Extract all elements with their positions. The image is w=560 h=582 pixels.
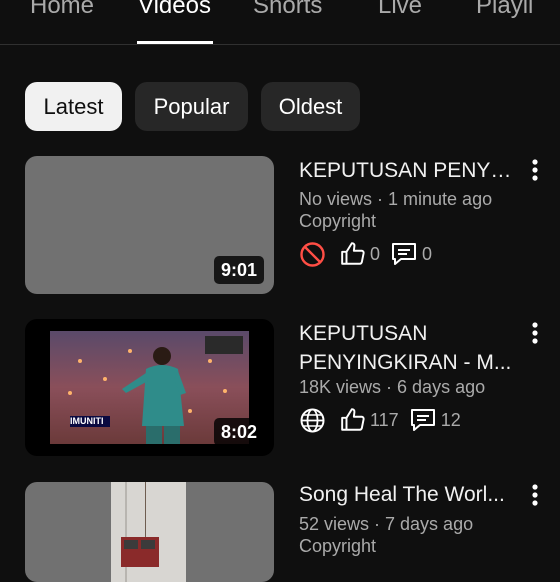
comment-count: 12: [440, 409, 461, 430]
tab-shorts[interactable]: Shorts: [253, 0, 322, 20]
video-thumbnail[interactable]: IMUNITI 8:02: [25, 319, 274, 456]
video-title[interactable]: Song Heal The Worl...: [299, 480, 513, 509]
channel-tabs: Home Videos Shorts Live Playli: [0, 0, 560, 45]
chip-latest[interactable]: Latest: [25, 82, 122, 131]
thumbs-up-icon: [340, 241, 366, 267]
video-title-line: KEPUTUSAN: [299, 322, 428, 345]
blocked-icon: [299, 241, 326, 268]
active-tab-indicator: [137, 41, 213, 44]
video-stats: 0 0: [299, 240, 442, 268]
video-thumbnail[interactable]: 9:01: [25, 156, 274, 294]
more-options-icon[interactable]: [523, 318, 547, 348]
like-count: 0: [370, 243, 381, 264]
video-meta: No views · 1 minute ago: [299, 189, 493, 209]
video-stats: 117 12: [299, 406, 471, 434]
comment-count: 0: [422, 243, 433, 264]
tab-playlists[interactable]: Playli: [476, 0, 533, 20]
chip-oldest[interactable]: Oldest: [261, 82, 360, 131]
copyright-label: Copyright: [299, 536, 377, 556]
comment-icon: [409, 407, 437, 433]
thumbnail-image: [111, 482, 186, 582]
video-title-line: PENYINGKIRAN - M...: [299, 351, 512, 374]
copyright-label: Copyright: [299, 211, 377, 231]
video-thumbnail[interactable]: [25, 482, 274, 582]
video-title[interactable]: KEPUTUSAN PENYINGKIRAN - M...: [299, 319, 513, 377]
tab-home[interactable]: Home: [30, 0, 94, 20]
thumbs-up-icon: [340, 407, 366, 433]
chip-popular[interactable]: Popular: [135, 82, 248, 131]
comment-icon: [390, 241, 418, 267]
globe-icon: [299, 407, 326, 434]
like-count: 117: [370, 409, 399, 430]
duration-badge: 8:02: [213, 418, 264, 446]
tab-videos[interactable]: Videos: [138, 0, 211, 20]
more-options-icon[interactable]: [523, 155, 547, 185]
video-title[interactable]: KEPUTUSAN PENYI...: [299, 156, 513, 185]
more-options-icon[interactable]: [523, 480, 547, 510]
duration-badge: 9:01: [213, 256, 264, 284]
thumbnail-caption: IMUNITI: [70, 416, 104, 426]
video-meta: 18K views · 6 days ago: [299, 377, 486, 397]
tab-live[interactable]: Live: [378, 0, 422, 20]
video-meta: 52 views · 7 days ago: [299, 514, 474, 534]
